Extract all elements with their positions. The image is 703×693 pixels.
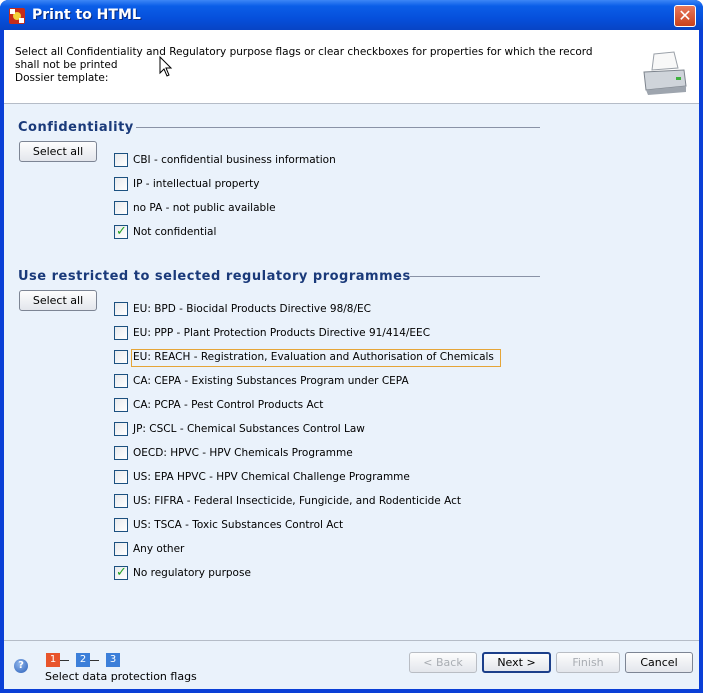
checkbox-eu-bpd[interactable]: ✓ EU: BPD - Biocidal Products Directive … [114, 301, 504, 319]
confidentiality-title: Confidentiality [18, 120, 134, 135]
checkbox-label: JP: CSCL - Chemical Substances Control L… [133, 423, 365, 435]
back-button[interactable]: < Back [409, 652, 477, 673]
step-connector [90, 660, 99, 661]
window-title: Print to HTML [32, 7, 141, 23]
step-connector [60, 660, 69, 661]
checkbox-label: no PA - not public available [133, 202, 276, 214]
checkbox-label: IP - intellectual property [133, 178, 260, 190]
checkbox-box[interactable]: ✓ [114, 542, 128, 556]
wizard-step-1[interactable]: 1 [46, 653, 60, 667]
dialog-body: Select all Confidentiality and Regulator… [4, 30, 699, 689]
check-icon: ✓ [116, 224, 127, 239]
wizard-step-2[interactable]: 2 [76, 653, 90, 667]
checkbox-box[interactable]: ✓ [114, 398, 128, 412]
checkbox-label: EU: PPP - Plant Protection Products Dire… [133, 327, 431, 339]
header-description: Select all Confidentiality and Regulator… [15, 46, 615, 85]
app-icon [9, 8, 25, 24]
next-button[interactable]: Next > [482, 652, 551, 673]
checkbox-box[interactable]: ✓ [114, 153, 128, 167]
printer-icon [643, 51, 687, 95]
checkbox-box[interactable]: ✓ [114, 565, 128, 580]
regulatory-divider [410, 276, 540, 277]
checkbox-label: US: FIFRA - Federal Insecticide, Fungici… [133, 495, 461, 507]
checkbox-box[interactable]: ✓ [114, 494, 128, 508]
checkbox-label: OECD: HPVC - HPV Chemicals Programme [133, 447, 353, 459]
checkbox-ip[interactable]: ✓ IP - intellectual property [114, 176, 444, 194]
checkbox-box[interactable]: ✓ [114, 470, 128, 484]
checkbox-label: Any other [133, 543, 185, 555]
checkbox-box[interactable]: ✓ [114, 374, 128, 388]
confidentiality-divider [136, 127, 540, 128]
checkbox-label: No regulatory purpose [133, 567, 251, 579]
wizard-step-caption: Select data protection flags [45, 670, 197, 683]
header-panel: Select all Confidentiality and Regulator… [4, 30, 699, 104]
checkbox-label: US: TSCA - Toxic Substances Control Act [133, 519, 344, 531]
confidentiality-select-all-button[interactable]: Select all [19, 141, 97, 162]
checkbox-box[interactable]: ✓ [114, 446, 128, 460]
checkbox-label: Not confidential [133, 226, 217, 238]
focus-outline [131, 349, 501, 367]
checkbox-label: CA: PCPA - Pest Control Products Act [133, 399, 324, 411]
wizard-step-3[interactable]: 3 [106, 653, 120, 667]
checkbox-ca-cepa[interactable]: ✓ CA: CEPA - Existing Substances Program… [114, 373, 504, 391]
print-to-html-dialog: Print to HTML ✕ Select all Confidentiali… [0, 0, 703, 693]
regulatory-title: Use restricted to selected regulatory pr… [18, 269, 411, 284]
mouse-cursor-icon [159, 56, 173, 77]
checkbox-ca-pcpa[interactable]: ✓ CA: PCPA - Pest Control Products Act [114, 397, 504, 415]
description-line-2: shall not be printed [15, 59, 118, 71]
check-icon: ✓ [116, 565, 127, 580]
checkbox-no-regulatory-purpose[interactable]: ✓ No regulatory purpose [114, 565, 504, 583]
dossier-template-label: Dossier template: [15, 72, 109, 84]
checkbox-box[interactable]: ✓ [114, 224, 128, 239]
checkbox-box[interactable]: ✓ [114, 177, 128, 191]
footer-divider [4, 640, 699, 641]
checkbox-label: CA: CEPA - Existing Substances Program u… [133, 375, 409, 387]
finish-button[interactable]: Finish [556, 652, 620, 673]
checkbox-box[interactable]: ✓ [114, 422, 128, 436]
checkbox-label: CBI - confidential business information [133, 154, 336, 166]
checkbox-label: EU: BPD - Biocidal Products Directive 98… [133, 303, 371, 315]
regulatory-select-all-button[interactable]: Select all [19, 290, 97, 311]
checkbox-jp-cscl[interactable]: ✓ JP: CSCL - Chemical Substances Control… [114, 421, 504, 439]
description-line-1: Select all Confidentiality and Regulator… [15, 46, 593, 58]
checkbox-us-tsca[interactable]: ✓ US: TSCA - Toxic Substances Control Ac… [114, 517, 504, 535]
checkbox-cbi[interactable]: ✓ CBI - confidential business informatio… [114, 152, 444, 170]
checkbox-oecd-hpvc[interactable]: ✓ OECD: HPVC - HPV Chemicals Programme [114, 445, 504, 463]
title-bar[interactable]: Print to HTML ✕ [0, 0, 703, 30]
checkbox-no-pa[interactable]: ✓ no PA - not public available [114, 200, 444, 218]
checkbox-box[interactable]: ✓ [114, 302, 128, 316]
checkbox-box[interactable]: ✓ [114, 326, 128, 340]
close-button[interactable]: ✕ [674, 5, 696, 27]
checkbox-us-fifra[interactable]: ✓ US: FIFRA - Federal Insecticide, Fungi… [114, 493, 504, 511]
checkbox-not-confidential[interactable]: ✓ Not confidential [114, 224, 444, 242]
checkbox-eu-ppp[interactable]: ✓ EU: PPP - Plant Protection Products Di… [114, 325, 504, 343]
checkbox-box[interactable]: ✓ [114, 201, 128, 215]
checkbox-any-other[interactable]: ✓ Any other [114, 541, 504, 559]
checkbox-box[interactable]: ✓ [114, 350, 128, 364]
help-icon[interactable]: ? [14, 659, 28, 673]
checkbox-label: US: EPA HPVC - HPV Chemical Challenge Pr… [133, 471, 410, 483]
checkbox-box[interactable]: ✓ [114, 518, 128, 532]
checkbox-us-epa-hpvc[interactable]: ✓ US: EPA HPVC - HPV Chemical Challenge … [114, 469, 504, 487]
cancel-button[interactable]: Cancel [625, 652, 693, 673]
